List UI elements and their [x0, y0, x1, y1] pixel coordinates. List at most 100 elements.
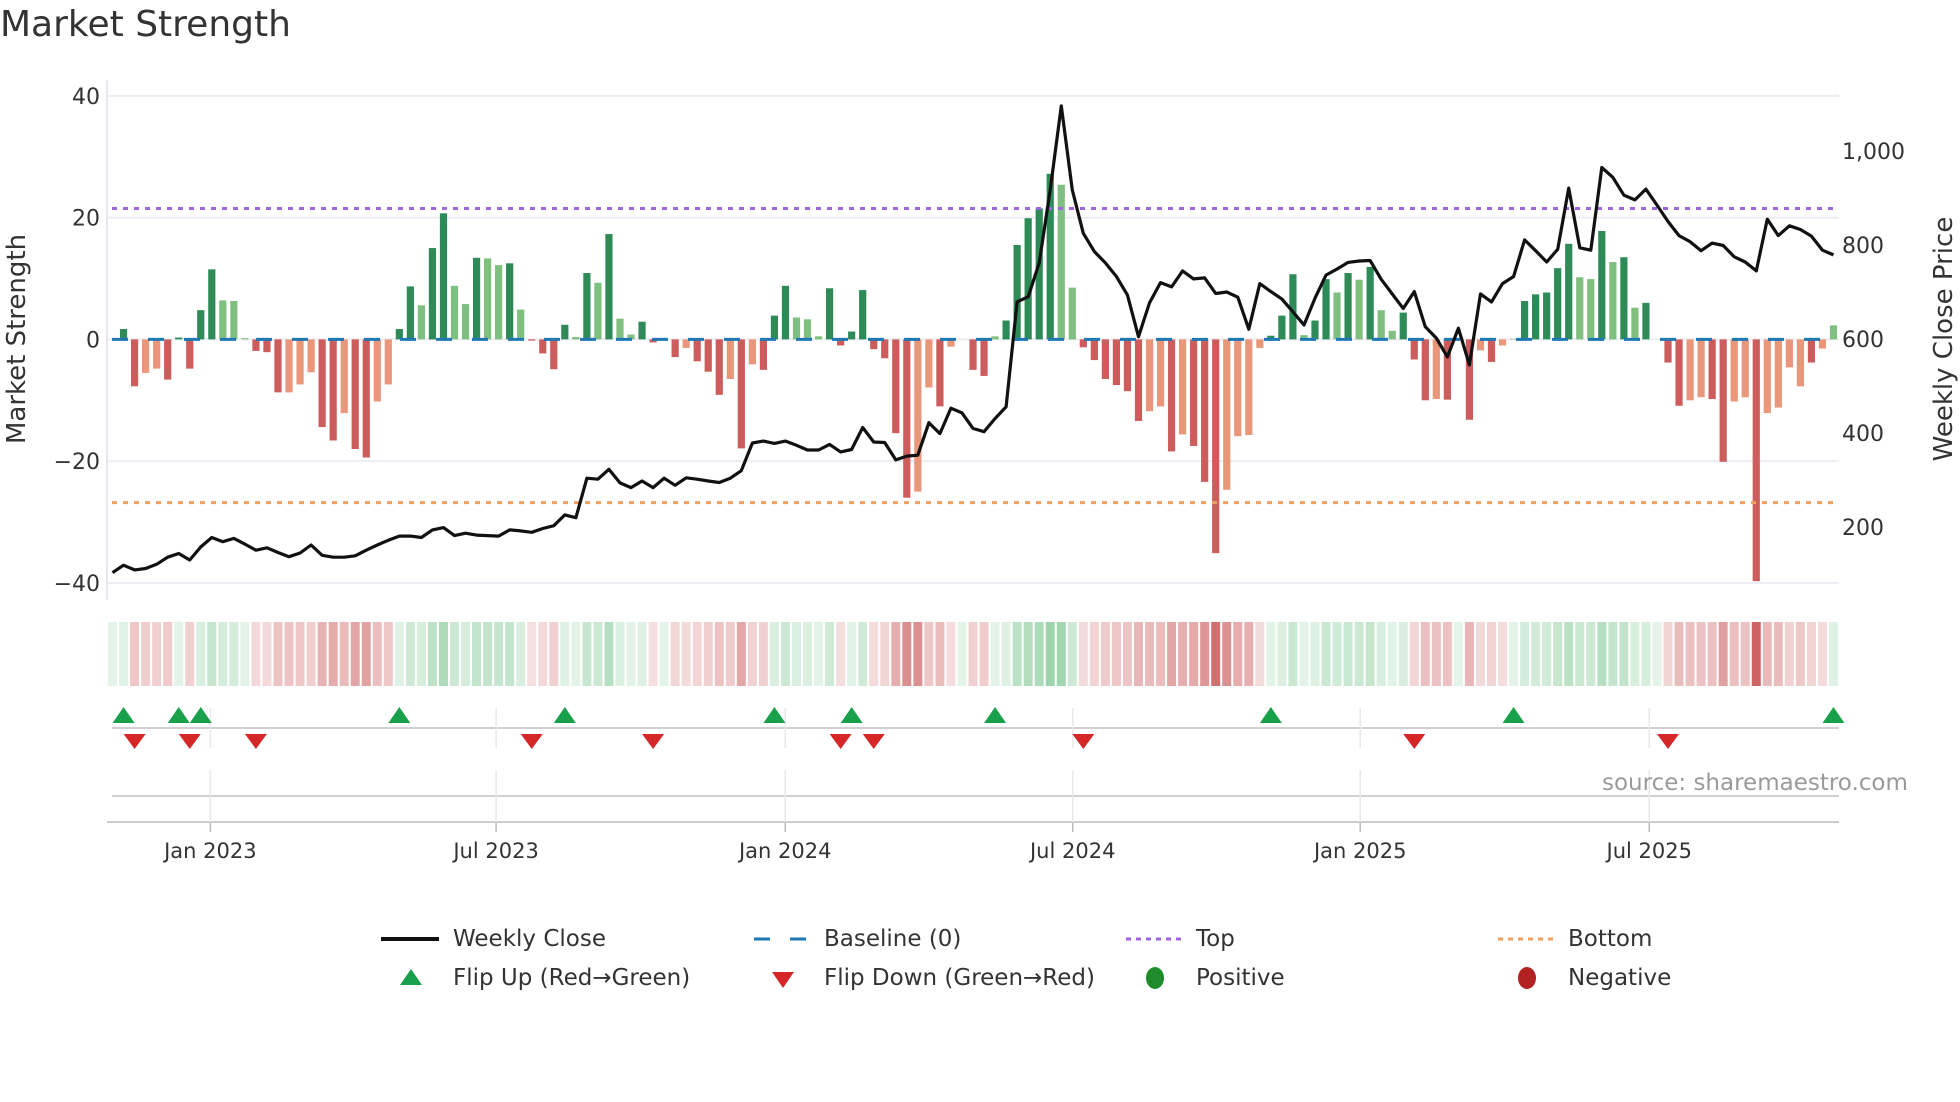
heat-cell	[1663, 622, 1673, 686]
strength-bar	[230, 301, 238, 340]
strength-bar	[1366, 266, 1374, 340]
heat-cell	[361, 622, 371, 686]
strength-bar	[936, 339, 944, 407]
strength-bar	[1388, 330, 1396, 340]
heat-cell	[1398, 622, 1408, 686]
heat-cell	[394, 622, 404, 686]
strength-bar	[406, 286, 414, 340]
legend-flip-down[interactable]: Flip Down (Green→Red)	[754, 965, 1095, 991]
legend-positive[interactable]: Positive	[1126, 965, 1285, 991]
strength-bar	[1399, 312, 1407, 340]
strength-bar	[1642, 302, 1650, 340]
heat-cell	[670, 622, 680, 686]
heat-cell	[1729, 622, 1739, 686]
heat-cell	[427, 622, 437, 686]
heat-cell	[538, 622, 548, 686]
heat-cell	[891, 622, 901, 686]
strength-bar	[605, 234, 613, 340]
triangle-down-icon	[772, 972, 794, 988]
heat-cell	[1806, 622, 1816, 686]
heat-cell	[1255, 622, 1265, 686]
heat-cell	[1475, 622, 1485, 686]
heat-cell	[1133, 622, 1143, 686]
heat-cell	[714, 622, 724, 686]
strength-bar	[1421, 339, 1429, 401]
heat-cell	[438, 622, 448, 686]
circle-icon	[1518, 967, 1536, 989]
strength-bar	[925, 339, 933, 388]
heat-cell	[869, 622, 879, 686]
strength-bar	[1631, 307, 1639, 340]
strength-bar	[825, 288, 834, 340]
strength-bar	[1167, 339, 1176, 452]
heat-cell	[1608, 622, 1618, 686]
heat-cell	[571, 622, 581, 686]
strength-bar	[892, 339, 900, 434]
heat-cell	[1553, 622, 1563, 686]
strength-bar	[517, 309, 525, 340]
heat-cell	[847, 622, 857, 686]
strength-bar	[153, 339, 161, 369]
strength-bar	[1697, 339, 1705, 398]
strength-bar	[1554, 268, 1562, 340]
legend-baseline[interactable]: Baseline (0)	[754, 926, 961, 952]
strength-bar	[1796, 339, 1804, 387]
strength-bar	[726, 339, 734, 379]
strength-bar	[1785, 339, 1793, 368]
x-tick-label: Jan 2023	[162, 839, 257, 863]
strength-bar	[539, 339, 547, 354]
legend-bottom[interactable]: Bottom	[1498, 926, 1652, 952]
strength-bar	[263, 339, 271, 353]
strength-bar	[1730, 339, 1738, 402]
legend-weekly-close[interactable]: Weekly Close	[381, 926, 606, 952]
heat-cell	[1817, 622, 1827, 686]
heat-cell	[1575, 622, 1585, 686]
legend-label: Weekly Close	[453, 926, 606, 952]
heat-cell	[1343, 622, 1353, 686]
strength-bar	[1487, 339, 1496, 362]
flip-up-marker	[763, 707, 786, 723]
strength-bar	[274, 339, 282, 393]
heat-cell	[659, 622, 669, 686]
strength-bar	[1024, 218, 1032, 340]
heat-cell	[1354, 622, 1364, 686]
heat-cell	[1696, 622, 1706, 686]
heat-cell	[251, 622, 261, 686]
heat-cell	[1310, 622, 1320, 686]
strength-bar	[351, 339, 359, 449]
legend-negative[interactable]: Negative	[1498, 965, 1671, 991]
heat-cell	[1189, 622, 1199, 686]
strength-bar	[362, 339, 370, 458]
heat-cell	[1078, 622, 1088, 686]
flip-up-marker	[1259, 707, 1282, 723]
strength-bar	[969, 339, 977, 370]
strength-bar	[1686, 339, 1694, 401]
y2-tick-label: 1,000	[1842, 140, 1905, 165]
heat-cell	[494, 622, 504, 686]
y-tick-label: −20	[54, 450, 100, 475]
heat-cell	[1564, 622, 1574, 686]
strength-bar	[1498, 339, 1507, 346]
heat-cell	[472, 622, 482, 686]
strength-bar	[1774, 339, 1782, 408]
legend-flip-up[interactable]: Flip Up (Red→Green)	[381, 965, 690, 991]
heat-cell	[1266, 622, 1276, 686]
strength-bar	[340, 339, 348, 414]
heat-cell	[328, 622, 338, 686]
strength-bar	[1598, 231, 1606, 340]
strength-bar	[748, 339, 756, 365]
heat-cell	[1531, 622, 1541, 686]
strength-bar	[208, 269, 216, 340]
strength-bar	[1068, 287, 1076, 340]
heat-cell	[825, 622, 835, 686]
legend-top[interactable]: Top	[1126, 926, 1235, 952]
dashed-line-icon	[754, 937, 810, 941]
y2-tick-label: 200	[1842, 516, 1884, 541]
strength-bar	[417, 305, 426, 340]
heat-cell	[1211, 622, 1221, 686]
strength-bar	[638, 321, 646, 340]
heat-cell	[383, 622, 393, 686]
heat-cell	[1376, 622, 1386, 686]
heat-cell	[1299, 622, 1309, 686]
heat-cell	[725, 622, 735, 686]
